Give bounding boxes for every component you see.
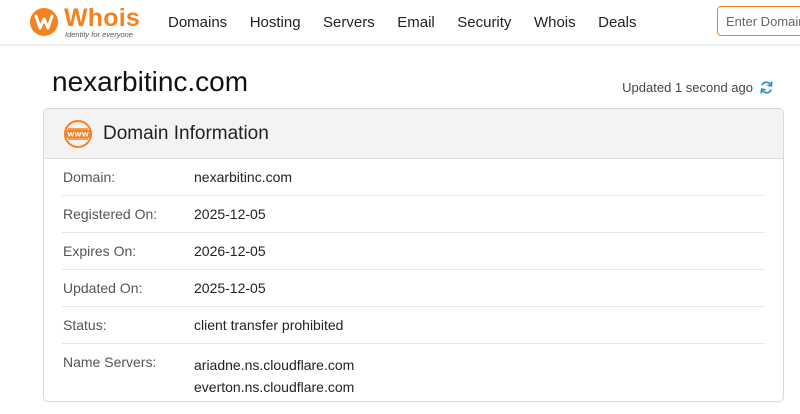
row-label: Updated On: xyxy=(63,280,143,296)
logo-wordmark: Whois xyxy=(64,4,140,32)
name-servers-value: ariadne.ns.cloudflare.com everton.ns.clo… xyxy=(194,354,354,398)
page-title: nexarbitinc.com xyxy=(52,66,249,97)
info-rows: Domain: nexarbitinc.com Registered On: 2… xyxy=(44,159,783,395)
domain-search-input[interactable] xyxy=(717,6,800,36)
card-header: WWW Domain Information xyxy=(44,109,783,159)
table-row: Registered On: 2025-12-05 xyxy=(62,196,765,233)
nav-hosting[interactable]: Hosting xyxy=(250,14,301,31)
nav-domains[interactable]: Domains xyxy=(168,14,227,31)
row-value: 2025-12-05 xyxy=(194,280,266,296)
row-value: nexarbitinc.com xyxy=(194,169,293,185)
domain-info-card: WWW Domain Information Domain: nexarbiti… xyxy=(43,108,784,402)
row-label: Domain: xyxy=(63,169,116,185)
table-row: Expires On: 2026-12-05 xyxy=(62,233,765,270)
row-value: client transfer prohibited xyxy=(194,317,344,333)
nav-email[interactable]: Email xyxy=(397,14,435,31)
whois-logo-icon xyxy=(30,8,58,36)
table-row: Name Servers: ariadne.ns.cloudflare.com … xyxy=(62,344,765,395)
nav-security[interactable]: Security xyxy=(457,14,511,31)
row-label: Registered On: xyxy=(63,206,158,222)
site-header: Whois Identity for everyone Domains Host… xyxy=(0,0,800,44)
nav-servers[interactable]: Servers xyxy=(323,14,375,31)
www-icon: WWW xyxy=(64,119,92,148)
row-value: 2025-12-05 xyxy=(194,206,266,222)
logo-tagline: Identity for everyone xyxy=(65,30,133,39)
row-label: Expires On: xyxy=(63,243,137,259)
card-title: Domain Information xyxy=(103,122,269,144)
row-label: Name Servers: xyxy=(63,354,157,370)
updated-status: Updated 1 second ago xyxy=(622,80,774,95)
name-server: everton.ns.cloudflare.com xyxy=(194,379,355,395)
table-row: Status: client transfer prohibited xyxy=(62,307,765,344)
row-label: Status: xyxy=(63,317,107,333)
svg-text:WWW: WWW xyxy=(67,130,89,138)
whois-logo[interactable]: Whois Identity for everyone xyxy=(26,4,146,40)
main-nav: Domains Hosting Servers Email Security W… xyxy=(168,0,659,44)
name-server: ariadne.ns.cloudflare.com xyxy=(194,357,355,373)
table-row: Updated On: 2025-12-05 xyxy=(62,270,765,307)
row-value: 2026-12-05 xyxy=(194,243,266,259)
nav-deals[interactable]: Deals xyxy=(598,14,636,31)
nav-whois[interactable]: Whois xyxy=(534,14,576,31)
table-row: Domain: nexarbitinc.com xyxy=(62,159,765,196)
updated-text: Updated 1 second ago xyxy=(622,80,753,95)
refresh-icon[interactable] xyxy=(759,80,774,95)
